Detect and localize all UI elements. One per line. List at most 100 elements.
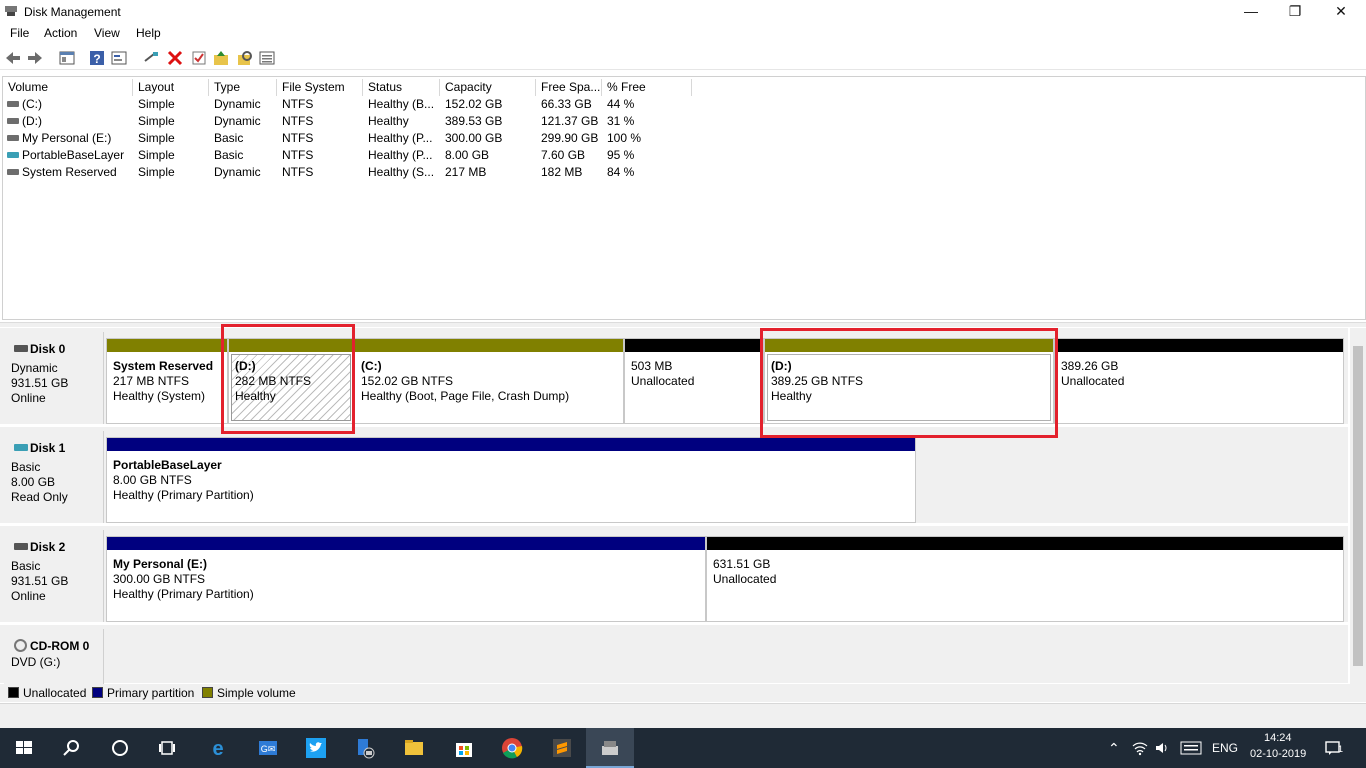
menu-view[interactable]: View	[94, 26, 120, 40]
status-bar	[0, 703, 1366, 728]
up-icon[interactable]	[212, 49, 230, 67]
disk-2-row: Disk 2 Basic 931.51 GB Online My Persona…	[0, 526, 1348, 623]
column-status[interactable]: Status	[363, 79, 440, 96]
title-bar: Disk Management — ❐ ✕	[0, 0, 1366, 24]
disk-name: Disk 1	[30, 441, 66, 455]
cell-free: 7.60 GB	[541, 148, 586, 162]
menu-help[interactable]: Help	[136, 26, 161, 40]
table-row[interactable]: My Personal (E:) Simple Basic NTFS Healthy (…	[3, 130, 1365, 147]
partition-unallocated-389[interactable]: 389.26 GB Unallocated	[1054, 338, 1344, 424]
delete-icon[interactable]	[166, 49, 184, 67]
table-row[interactable]: (D:) Simple Dynamic NTFS Healthy 389.53 GB 121…	[3, 113, 1365, 130]
twitter-icon[interactable]	[304, 736, 328, 760]
drive-icon	[7, 101, 19, 107]
partition-my-personal[interactable]: My Personal (E:) 300.00 GB NTFS Healthy (P…	[106, 536, 706, 622]
highlight-box-d-small	[221, 324, 355, 434]
disk-name: Disk 2	[30, 540, 66, 554]
properties-icon[interactable]	[110, 49, 128, 67]
column-percent-free[interactable]: % Free	[602, 79, 692, 96]
disk-1-label[interactable]: Disk 1 Basic 8.00 GB Read Only	[4, 431, 104, 523]
connect-icon[interactable]	[142, 49, 160, 67]
column-free-space[interactable]: Free Spa...	[536, 79, 602, 96]
close-button[interactable]: ✕	[1318, 0, 1364, 24]
partition-system-reserved[interactable]: System Reserved 217 MB NTFS Healthy (Syste…	[106, 338, 228, 424]
svg-text:G✉: G✉	[261, 744, 276, 754]
cortana-icon[interactable]	[108, 736, 132, 760]
help-icon[interactable]: ?	[88, 49, 106, 67]
search-icon[interactable]	[236, 49, 254, 67]
partition-title: System Reserved	[113, 359, 214, 373]
back-icon[interactable]	[4, 49, 22, 67]
sublime-icon[interactable]	[550, 736, 574, 760]
table-row[interactable]: PortableBaseLayer Simple Basic NTFS Healthy …	[3, 147, 1365, 164]
menu-action[interactable]: Action	[44, 26, 77, 40]
column-capacity[interactable]: Capacity	[440, 79, 536, 96]
column-type[interactable]: Type	[209, 79, 277, 96]
task-view-icon[interactable]	[156, 736, 180, 760]
disk-type: Basic	[11, 559, 41, 573]
disk-type: Dynamic	[11, 361, 58, 375]
legend-label-unallocated: Unallocated	[23, 686, 87, 700]
cell-layout: Simple	[138, 97, 175, 111]
network-icon[interactable]	[1132, 740, 1148, 756]
check-icon[interactable]	[190, 49, 208, 67]
pane-splitter[interactable]	[0, 322, 1366, 327]
toolbar: ?	[0, 46, 1366, 70]
console-tree-icon[interactable]	[58, 49, 76, 67]
disk-management-app-icon	[5, 6, 17, 16]
forward-icon[interactable]	[26, 49, 44, 67]
volume-icon[interactable]	[1154, 740, 1170, 756]
vertical-scrollbar[interactable]	[1350, 328, 1366, 684]
cell-capacity: 8.00 GB	[445, 148, 490, 162]
disk-2-label[interactable]: Disk 2 Basic 931.51 GB Online	[4, 530, 104, 622]
clock-date[interactable]: 02-10-2019	[1250, 748, 1306, 760]
edge-icon[interactable]: e	[206, 736, 230, 760]
windows-start-icon[interactable]	[12, 736, 36, 760]
cell-type: Basic	[214, 131, 244, 145]
table-row[interactable]: (C:) Simple Dynamic NTFS Healthy (B... 152.02…	[3, 96, 1365, 113]
partition-unallocated-503[interactable]: 503 MB Unallocated	[624, 338, 764, 424]
menu-file[interactable]: File	[10, 26, 29, 40]
column-layout[interactable]: Layout	[133, 79, 209, 96]
window-title: Disk Management	[24, 5, 121, 19]
clock-time[interactable]: 14:24	[1264, 732, 1292, 744]
restore-button[interactable]: ❐	[1272, 0, 1318, 24]
taskbar-active-app[interactable]	[586, 728, 634, 768]
cell-pct: 95 %	[607, 148, 635, 162]
partition-unallocated-631[interactable]: 631.51 GB Unallocated	[706, 536, 1344, 622]
outlook-icon[interactable]	[354, 736, 378, 760]
disk-type: DVD (G:)	[11, 655, 61, 669]
cdrom-0-label[interactable]: CD-ROM 0 DVD (G:)	[4, 629, 104, 684]
legend-label-primary: Primary partition	[107, 686, 195, 700]
svg-text:?: ?	[93, 52, 100, 66]
chrome-icon[interactable]	[500, 736, 524, 760]
cell-fs: NTFS	[282, 165, 314, 179]
usb-disk-icon	[14, 444, 28, 451]
legend-swatch-primary	[92, 687, 103, 698]
cell-status: Healthy	[368, 114, 409, 128]
scrollbar-thumb[interactable]	[1353, 346, 1363, 666]
menu-bar: File Action View Help	[0, 24, 1366, 44]
volume-list[interactable]: Volume Layout Type File System Status Ca…	[2, 76, 1366, 320]
column-file-system[interactable]: File System	[277, 79, 363, 96]
partition-c[interactable]: (C:) 152.02 GB NTFS Healthy (Boot, Page Fi…	[354, 338, 624, 424]
language-indicator[interactable]: ENG	[1212, 741, 1238, 755]
file-explorer-icon[interactable]	[402, 736, 426, 760]
table-row[interactable]: System Reserved Simple Dynamic NTFS Healthy …	[3, 164, 1365, 181]
column-volume[interactable]: Volume	[3, 79, 133, 96]
disk-icon	[14, 543, 28, 550]
notification-count: 1	[1338, 744, 1344, 754]
search-icon[interactable]	[60, 736, 84, 760]
keyboard-icon[interactable]	[1180, 741, 1202, 755]
partition-status: Healthy (Primary Partition)	[113, 587, 254, 601]
partition-size: 389.26 GB	[1061, 359, 1119, 373]
tray-chevron-icon[interactable]: ⌃	[1108, 740, 1120, 757]
partition-portablebaselayer[interactable]: PortableBaseLayer 8.00 GB NTFS Healthy (Pr…	[106, 437, 916, 523]
store-icon[interactable]	[452, 736, 476, 760]
partition-status: Healthy (Primary Partition)	[113, 488, 254, 502]
disk-0-label[interactable]: Disk 0 Dynamic 931.51 GB Online	[4, 332, 104, 424]
cell-type: Dynamic	[214, 114, 261, 128]
minimize-button[interactable]: —	[1228, 0, 1274, 24]
list-icon[interactable]	[258, 49, 276, 67]
gmail-app-icon[interactable]: G✉	[256, 736, 280, 760]
